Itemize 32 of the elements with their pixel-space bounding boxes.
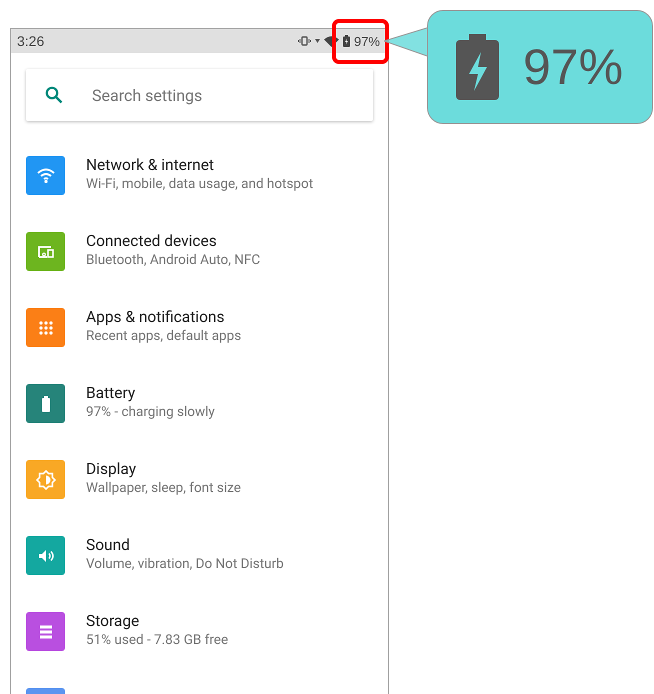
settings-item[interactable]: Connected devices Bluetooth, Android Auto, NFC	[11, 214, 388, 290]
item-title: Battery	[86, 383, 136, 403]
battery-percent: 97%	[523, 38, 624, 96]
settings-item[interactable]: Battery 97% - charging slowly	[11, 366, 388, 442]
item-subtitle: Volume, vibration, Do Not Disturb	[86, 555, 284, 574]
search-field[interactable]: Search settings	[26, 69, 373, 121]
item-subtitle: 51% used - 7.83 GB free	[86, 631, 228, 650]
highlight-frame	[332, 19, 389, 64]
item-title: Connected devices	[86, 231, 218, 251]
item-title: Network & internet	[86, 155, 215, 175]
settings-item[interactable]: Network & internet Wi-Fi, mobile, data usage, and hotspot	[11, 138, 388, 214]
item-subtitle: 97% - charging slowly	[86, 403, 215, 422]
signal-arrow-icon	[314, 39, 320, 43]
battery-charging-icon	[342, 35, 350, 47]
settings-item[interactable]: Sound Volume, vibration, Do Not Disturb	[11, 518, 388, 594]
item-subtitle: Recent apps, default apps	[86, 327, 242, 346]
battery-charging-icon	[456, 34, 499, 100]
item-title: Storage	[86, 611, 140, 631]
wifi-icon	[324, 36, 339, 46]
item-title: Display	[86, 459, 138, 479]
item-title: Apps & notifications	[86, 307, 226, 327]
vibrate-icon	[298, 36, 311, 46]
item-subtitle: Bluetooth, Android Auto, NFC	[86, 251, 260, 270]
settings-item[interactable]: Storage 51% used - 7.83 GB free	[11, 594, 388, 670]
battery-percent: 97%	[354, 34, 380, 48]
item-title: Sound	[86, 535, 131, 555]
settings-item[interactable]: Display Wallpaper, sleep, font size	[11, 442, 388, 518]
settings-item[interactable]: Apps & notifications Recent apps, default apps	[11, 290, 388, 366]
clock-time: 3:26	[17, 33, 44, 49]
search-icon	[45, 86, 63, 104]
item-subtitle: Wi-Fi, mobile, data usage, and hotspot	[86, 175, 314, 194]
item-subtitle: Wallpaper, sleep, font size	[86, 479, 241, 498]
